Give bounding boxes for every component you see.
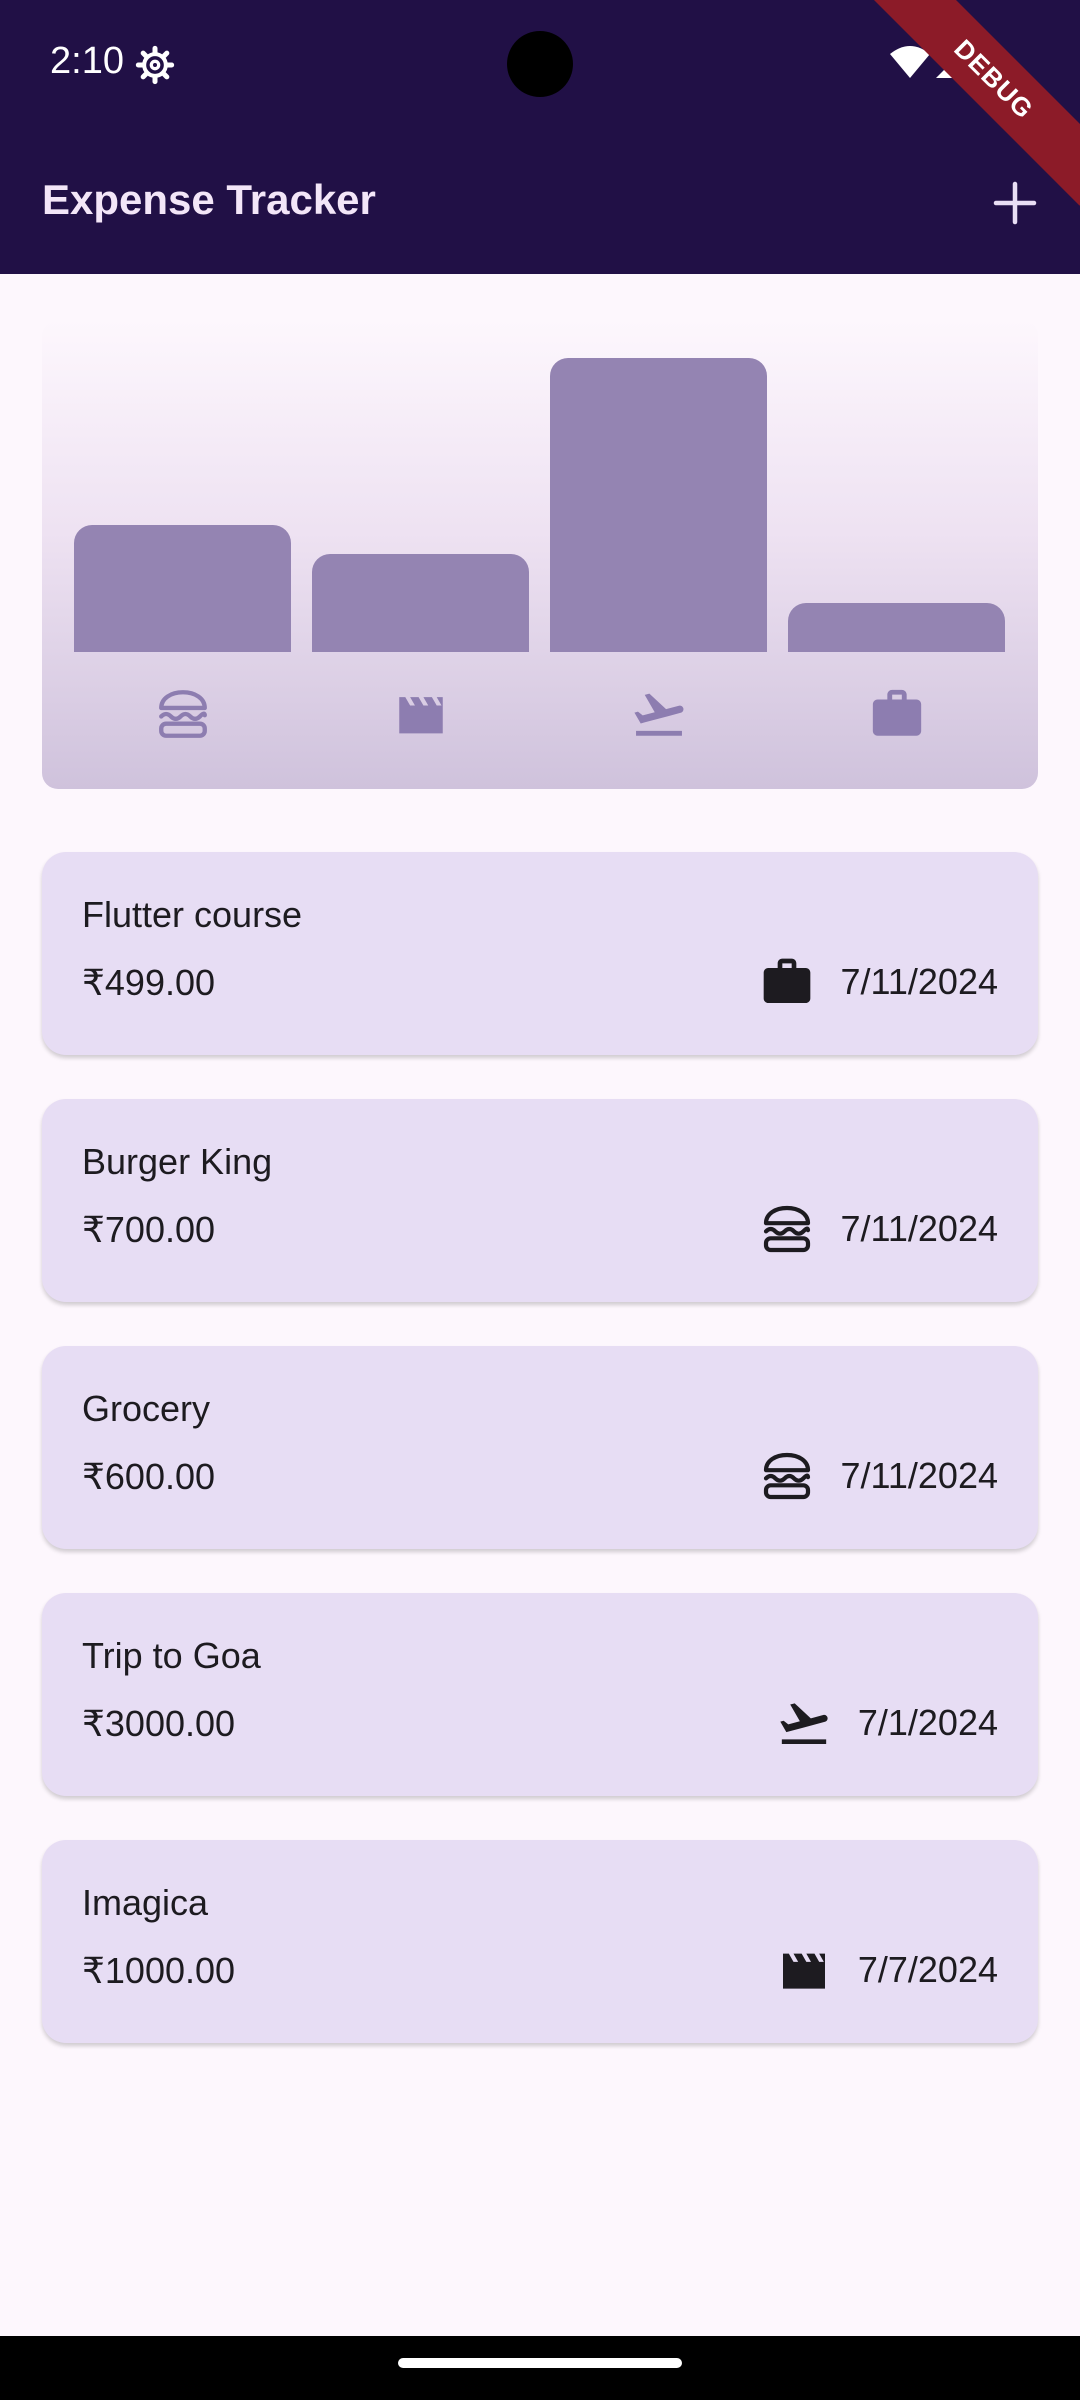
expense-chart — [42, 320, 1038, 789]
expense-amount: ₹499.00 — [82, 962, 216, 1003]
expense-title: Flutter course — [82, 894, 303, 935]
chart-bar-work — [788, 603, 1005, 652]
briefcase-icon — [868, 685, 926, 743]
status-bar: 2:10 DEBUG — [0, 0, 1080, 206]
expense-date: 7/1/2024 — [857, 1702, 998, 1743]
expense-date: 7/11/2024 — [840, 1455, 998, 1496]
expense-amount: ₹600.00 — [82, 1456, 216, 1497]
home-gesture-handle[interactable] — [398, 2358, 682, 2368]
status-time: 2:10 — [50, 40, 124, 82]
chart-bar-leisure — [312, 554, 529, 652]
chart-bar-food — [74, 525, 291, 652]
burger-icon — [759, 1201, 815, 1257]
briefcase-icon — [759, 954, 815, 1010]
flight-takeoff-icon — [776, 1695, 832, 1751]
expense-amount: ₹1000.00 — [82, 1950, 236, 1991]
expense-title: Burger King — [82, 1141, 273, 1182]
clapperboard-icon — [776, 1942, 832, 1998]
add-expense-button[interactable] — [990, 178, 1040, 228]
app-bar: Expense Tracker — [0, 128, 1080, 274]
expense-amount: ₹3000.00 — [82, 1703, 236, 1744]
expense-title: Grocery — [82, 1388, 211, 1429]
chart-bar-travel — [550, 358, 767, 652]
expense-card[interactable]: Grocery ₹600.00 7/11/2024 — [42, 1346, 1038, 1549]
expense-card[interactable]: Imagica ₹1000.00 7/7/2024 — [42, 1840, 1038, 2043]
expense-date: 7/7/2024 — [857, 1949, 998, 1990]
burger-icon — [759, 1448, 815, 1504]
clapperboard-icon — [392, 685, 450, 743]
expense-card[interactable]: Trip to Goa ₹3000.00 7/1/2024 — [42, 1593, 1038, 1796]
expense-amount: ₹700.00 — [82, 1209, 216, 1250]
burger-icon — [154, 685, 212, 743]
expense-card[interactable]: Burger King ₹700.00 7/11/2024 — [42, 1099, 1038, 1302]
expense-date: 7/11/2024 — [840, 1208, 998, 1249]
expense-title: Imagica — [82, 1882, 209, 1923]
flight-takeoff-icon — [630, 685, 688, 743]
page-title: Expense Tracker — [42, 176, 376, 223]
expense-date: 7/11/2024 — [840, 961, 998, 1002]
expense-title: Trip to Goa — [82, 1635, 261, 1676]
expense-card[interactable]: Flutter course ₹499.00 7/11/2024 — [42, 852, 1038, 1055]
system-navigation-bar — [0, 2336, 1080, 2400]
settings-gear-icon — [135, 45, 175, 85]
camera-cutout — [507, 31, 573, 97]
